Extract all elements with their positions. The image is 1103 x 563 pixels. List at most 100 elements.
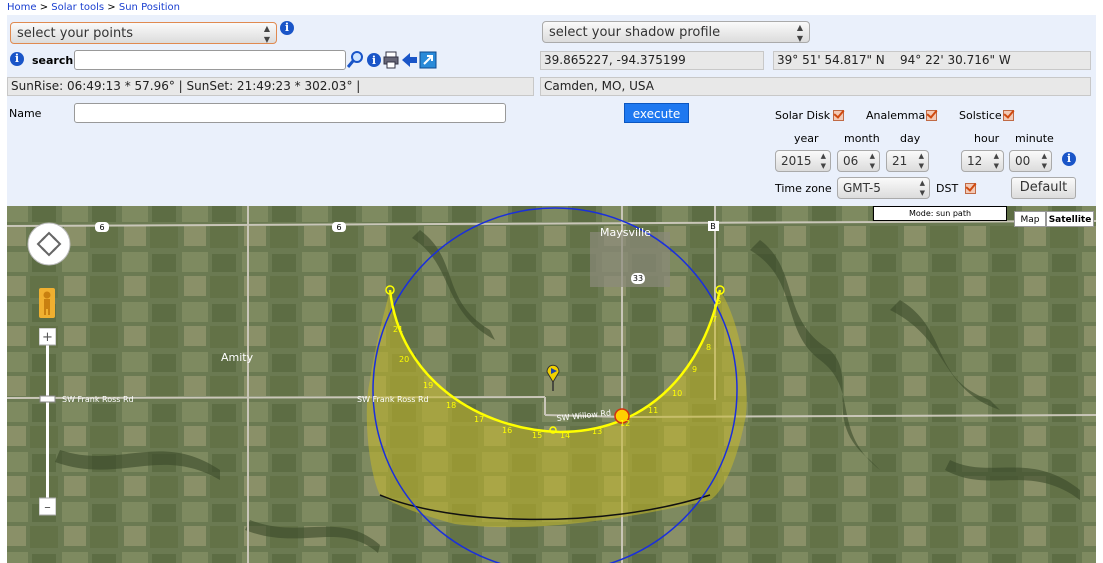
longitude-dms: 94° 22' 30.716" W [900, 53, 1011, 67]
solstice-label: Solstice [959, 109, 1002, 122]
year-label: year [794, 132, 819, 145]
hour-label: 7 [712, 315, 717, 324]
route-shield: 33 [633, 274, 643, 283]
points-select-value: select your points [17, 26, 134, 41]
map-type-map-button[interactable]: Map [1014, 211, 1046, 227]
pan-control[interactable] [26, 221, 72, 267]
day-value: 21 [892, 154, 908, 168]
day-stepper[interactable]: 21 ▲ ▼ [886, 150, 929, 172]
hour-label: 19 [423, 381, 433, 390]
info-icon[interactable]: i [1062, 152, 1076, 166]
minute-label: minute [1015, 132, 1054, 145]
select-arrows-icon: ▲ ▼ [796, 23, 803, 43]
month-stepper[interactable]: 06 ▲ ▼ [837, 150, 880, 172]
name-input[interactable] [74, 103, 506, 123]
breadcrumb-current-link[interactable]: Sun Position [119, 2, 180, 13]
stepper-arrows-icon: ▲ ▼ [993, 152, 999, 170]
month-value: 06 [843, 154, 859, 168]
timezone-select[interactable]: GMT-5 ▲ ▼ [837, 177, 930, 199]
shadow-profile-select[interactable]: select your shadow profile ▲ ▼ [542, 21, 810, 43]
time-zone-label: Time zone [775, 182, 832, 195]
search-label: search [32, 54, 74, 67]
select-arrows-icon: ▲ ▼ [263, 24, 270, 44]
zoom-handle[interactable] [39, 395, 56, 403]
breadcrumb-home-link[interactable]: Home [7, 2, 37, 13]
expand-icon[interactable] [419, 51, 437, 69]
solstice-checkbox[interactable] [1003, 110, 1014, 121]
print-icon[interactable] [383, 51, 399, 69]
search-tools: i [347, 51, 437, 69]
breadcrumb: Home > Solar tools > Sun Position [7, 0, 742, 15]
zoom-search-icon[interactable] [347, 51, 363, 68]
hour-label: 8 [706, 343, 711, 352]
route-shield: 6 [336, 223, 341, 232]
day-label: day [900, 132, 921, 145]
coordinates-dms: 39° 51' 54.817" N 94° 22' 30.716" W [773, 51, 1091, 70]
hour-label: 16 [502, 426, 512, 435]
hour-stepper[interactable]: 12 ▲ ▼ [961, 150, 1004, 172]
hour-label: 10 [672, 389, 682, 398]
minute-stepper[interactable]: 00 ▲ ▼ [1009, 150, 1052, 172]
sunrise-sunset-info: SunRise: 06:49:13 * 57.96° | SunSet: 21:… [7, 77, 534, 96]
stepper-arrows-icon: ▲ ▼ [1041, 152, 1047, 170]
hour-label: 13 [592, 427, 602, 436]
svg-text:i: i [372, 54, 376, 67]
hour-value: 12 [967, 154, 983, 168]
route-shield: 6 [99, 223, 104, 232]
satellite-map: Maysville Amity SW Frank Ross Rd SW Fran… [7, 206, 1096, 563]
analemma-checkbox[interactable] [926, 110, 937, 121]
hour-label: 6 [716, 297, 721, 306]
hour-label: 17 [474, 415, 484, 424]
route-shield: B [710, 222, 716, 231]
svg-text:–: – [44, 500, 51, 515]
info-icon[interactable]: i [280, 21, 294, 35]
hour-label: 12 [620, 419, 630, 428]
latitude-dms: 39° 51' 54.817" N [777, 53, 885, 67]
solar-disk-checkbox[interactable] [833, 110, 844, 121]
hour-label: 21 [393, 325, 403, 334]
dst-label: DST [936, 182, 959, 195]
amity-label: Amity [221, 351, 254, 364]
hour-label: 15 [532, 431, 542, 440]
maysville-label: Maysville [600, 226, 651, 239]
hour-label: 14 [560, 431, 570, 440]
info-icon[interactable]: i [367, 53, 381, 67]
default-button[interactable]: Default [1011, 177, 1076, 199]
road-label: SW Frank Ross Rd [62, 395, 134, 404]
place-name: Camden, MO, USA [540, 77, 1091, 96]
execute-button[interactable]: execute [624, 103, 689, 123]
coordinates-decimal: 39.865227, -94.375199 [540, 51, 764, 70]
hour-label: 9 [692, 365, 697, 374]
zoom-slider[interactable]: + – [39, 328, 56, 518]
minute-value: 00 [1015, 154, 1031, 168]
road-label: SW Frank Ross Rd [357, 395, 429, 404]
year-value: 2015 [781, 154, 812, 168]
breadcrumb-solar-tools-link[interactable]: Solar tools [51, 2, 104, 13]
year-stepper[interactable]: 2015 ▲ ▼ [775, 150, 831, 172]
shadow-profile-select-value: select your shadow profile [549, 25, 721, 40]
hour-label: 18 [446, 401, 456, 410]
mode-indicator: Mode: sun path [873, 206, 1007, 221]
info-icon[interactable]: i [10, 52, 24, 66]
street-view-pegman-icon[interactable] [39, 288, 55, 318]
map-view[interactable]: Maysville Amity SW Frank Ross Rd SW Fran… [7, 206, 1096, 563]
back-arrow-icon[interactable] [402, 53, 417, 67]
breadcrumb-separator: > [107, 2, 116, 13]
points-select[interactable]: select your points ▲ ▼ [10, 22, 277, 44]
svg-text:+: + [42, 330, 53, 345]
month-label: month [844, 132, 880, 145]
hour-label: 11 [648, 406, 658, 415]
stepper-arrows-icon: ▲ ▼ [918, 152, 924, 170]
name-label: Name [9, 107, 42, 120]
map-type-satellite-button[interactable]: Satellite [1046, 211, 1094, 227]
select-arrows-icon: ▲ ▼ [919, 179, 925, 197]
stepper-arrows-icon: ▲ ▼ [820, 152, 826, 170]
timezone-value: GMT-5 [843, 181, 881, 195]
breadcrumb-separator: > [39, 2, 49, 13]
hour-label: hour [974, 132, 1000, 145]
solar-disk-label: Solar Disk [775, 109, 831, 122]
search-input[interactable] [74, 50, 346, 70]
stepper-arrows-icon: ▲ ▼ [869, 152, 875, 170]
hour-label: 20 [399, 355, 409, 364]
dst-checkbox[interactable] [965, 183, 976, 194]
